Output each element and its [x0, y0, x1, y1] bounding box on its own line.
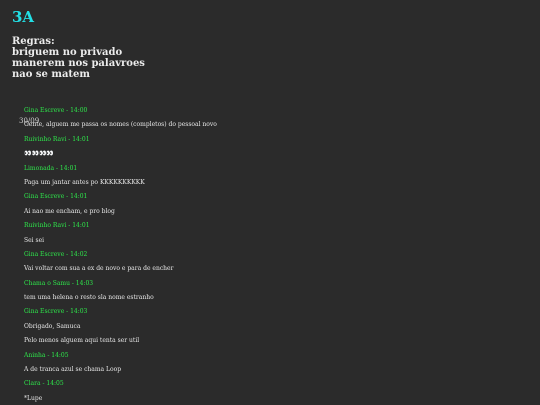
rule-item: nao se matem [12, 69, 90, 80]
message-text: Ai nao me encham, e pro blog [24, 207, 115, 215]
message-text: Vai voltar com sua a ex de novo e para d… [24, 265, 174, 273]
message-author: Ruivinho Ravi - 14:01 [24, 135, 90, 143]
message-text: A de tranca azul se chama Loop [24, 366, 122, 374]
message-author: Aninha - 14:05 [24, 351, 69, 359]
rules-heading: Regras: [12, 36, 55, 47]
message-author: Limonada - 14:01 [24, 164, 78, 172]
message-author: Gina Escreve - 14:01 [24, 193, 88, 201]
message-text: 👀👀👀👀 [24, 150, 54, 158]
message-author: Gina Escreve - 14:03 [24, 308, 88, 316]
message-author: Clara - 14:05 [24, 380, 64, 388]
message-author: Ruivinho Ravi - 14:01 [24, 222, 90, 230]
chat-page: 3A Regras: briguem no privado manerem no… [0, 0, 540, 405]
rules-block: Regras: briguem no privado manerem nos p… [12, 36, 145, 80]
message-text: Paga um jantar antes po KKKKKKKKKK [24, 178, 145, 186]
message-text: Pelo menos alguem aqui tenta ser util [24, 337, 140, 345]
message-author: Gina Escreve - 14:02 [24, 250, 88, 258]
message-text: Gente, alguem me passa os nomes (complet… [24, 121, 217, 129]
message-text: tem uma helena o resto sla nome estranho [24, 294, 154, 302]
message-text: Sei sei [24, 236, 45, 244]
page-title: 3A [12, 8, 35, 26]
message-author: Gina Escreve - 14:00 [24, 107, 88, 114]
rule-item: briguem no privado [12, 47, 123, 58]
message-text: *Lupe [24, 394, 43, 402]
message-author: Chama o Samu - 14:03 [24, 279, 94, 287]
message-text: Obrigado, Samuca [24, 322, 81, 330]
rule-item: manerem nos palavroes [12, 58, 145, 69]
chat-log: Gina Escreve - 14:00 Gente, alguem me pa… [24, 104, 524, 405]
